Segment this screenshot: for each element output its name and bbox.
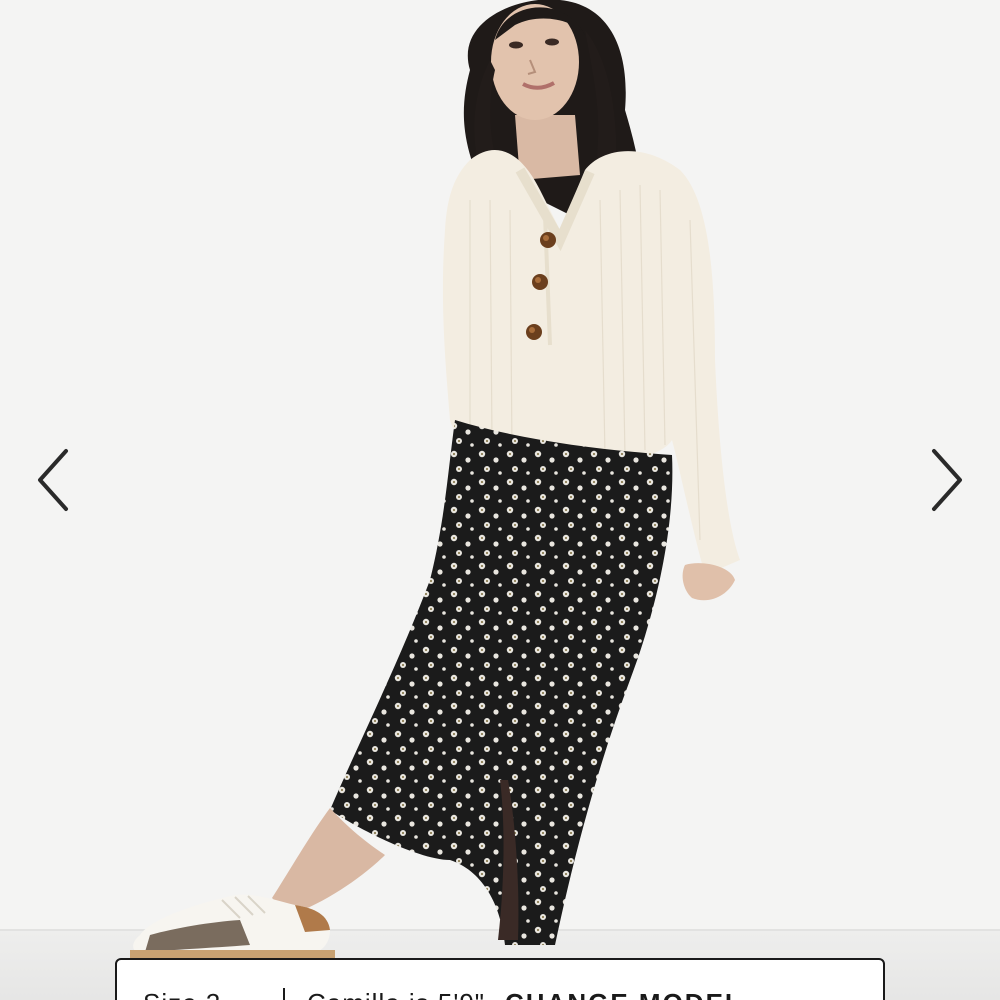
chevron-right-icon (932, 449, 962, 511)
next-image-button[interactable] (916, 440, 976, 520)
product-photo (0, 0, 1000, 1000)
change-model-link[interactable]: CHANGE MODEL (505, 988, 743, 1000)
model-size-text: Size 2 (143, 988, 283, 1000)
previous-image-button[interactable] (24, 440, 84, 520)
chevron-left-icon (38, 449, 68, 511)
model-height-text: Camilla is 5'9" (307, 988, 485, 1000)
product-image-viewer: Size 2 Camilla is 5'9" CHANGE MODEL (0, 0, 1000, 1000)
model-info-divider (283, 988, 285, 1000)
model-info-bar: Size 2 Camilla is 5'9" CHANGE MODEL (115, 958, 885, 1000)
